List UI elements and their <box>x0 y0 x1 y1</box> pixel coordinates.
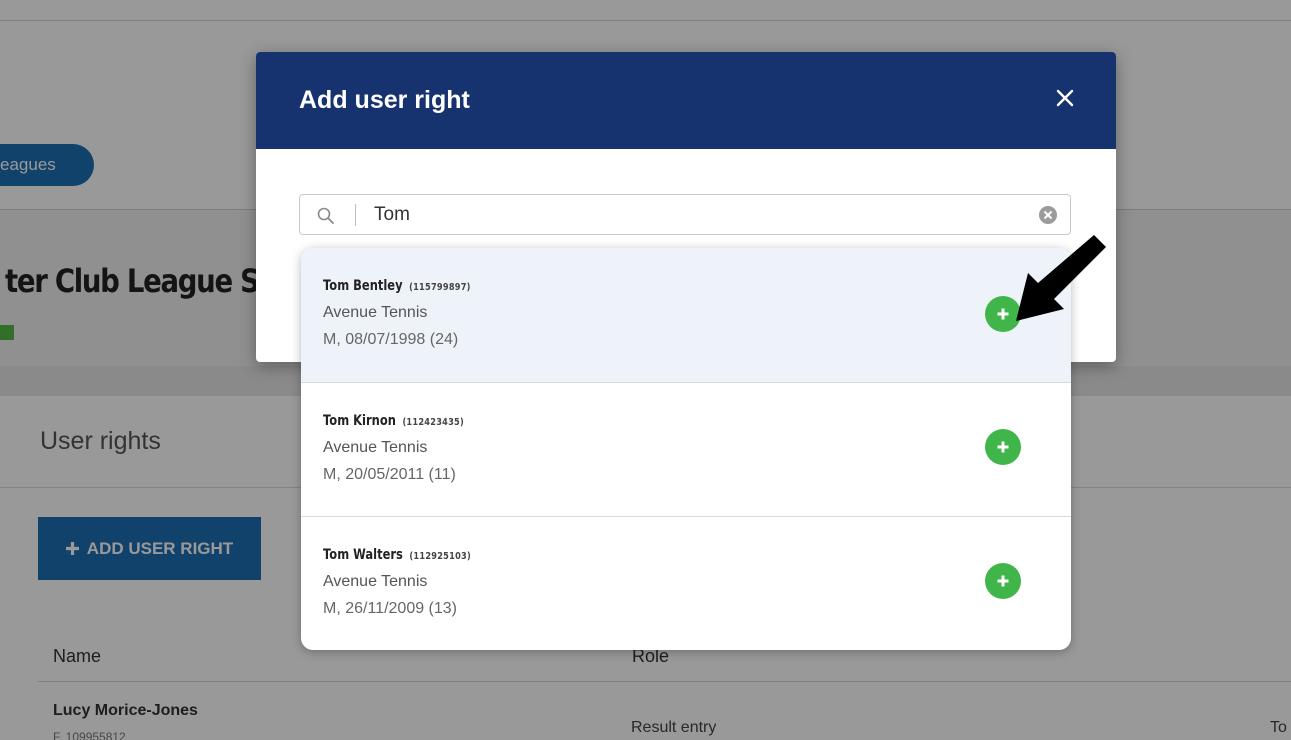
list-item[interactable]: Tom Kirnon (112423435) Avenue Tennis M, 2… <box>301 382 1071 516</box>
result-id: (112423435) <box>402 417 465 428</box>
search-field[interactable] <box>299 194 1071 235</box>
add-button[interactable] <box>985 429 1021 465</box>
result-meta: M, 26/11/2009 (13) <box>323 600 458 617</box>
result-meta: M, 20/05/2011 (11) <box>323 466 456 483</box>
search-divider <box>355 204 356 226</box>
list-item[interactable]: Tom Bentley (115799897) Avenue Tennis M, … <box>301 248 1071 382</box>
result-meta: M, 08/07/1998 (24) <box>323 331 459 348</box>
plus-icon <box>997 575 1009 587</box>
result-name: Tom Bentley (115799897) <box>323 278 471 294</box>
add-button[interactable] <box>985 563 1021 599</box>
plus-icon <box>997 441 1009 453</box>
result-name: Tom Kirnon (112423435) <box>323 413 465 429</box>
close-button[interactable] <box>1049 82 1081 114</box>
close-icon <box>1056 89 1074 107</box>
result-club: Avenue Tennis <box>323 573 428 590</box>
search-icon <box>317 207 334 224</box>
search-results-dropdown: Tom Bentley (115799897) Avenue Tennis M, … <box>301 248 1071 650</box>
result-id: (112925103) <box>409 551 471 562</box>
pointer-arrow-icon <box>1016 235 1106 321</box>
result-club: Avenue Tennis <box>323 439 428 456</box>
result-id: (115799897) <box>409 282 471 293</box>
search-input[interactable] <box>374 201 1014 229</box>
result-club: Avenue Tennis <box>323 304 428 321</box>
list-item[interactable]: Tom Walters (112925103) Avenue Tennis M, … <box>301 516 1071 650</box>
modal-header: Add user right <box>256 52 1116 149</box>
modal-title: Add user right <box>299 86 470 114</box>
result-name: Tom Walters (112925103) <box>323 547 471 563</box>
